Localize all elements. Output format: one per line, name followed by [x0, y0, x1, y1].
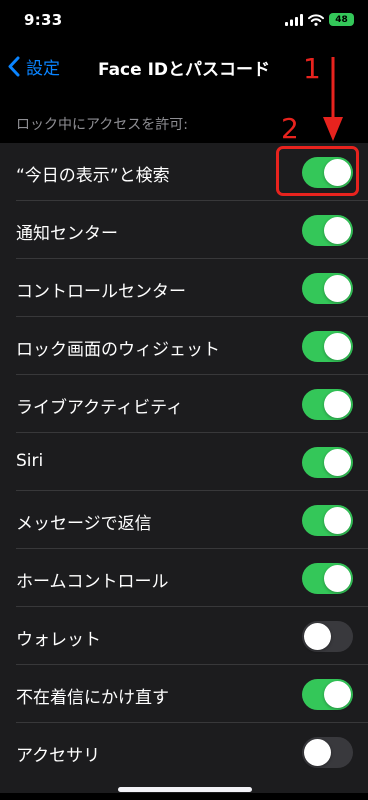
annotation-step-1: 1: [303, 52, 321, 85]
settings-row: 不在着信にかけ直す: [0, 665, 368, 723]
toggle-knob: [324, 217, 351, 244]
settings-row: 通知センター: [0, 201, 368, 259]
toggle-knob: [324, 681, 351, 708]
settings-row: アクセサリ: [0, 723, 368, 781]
toggle-knob: [324, 275, 351, 302]
toggle-switch[interactable]: [302, 563, 353, 594]
setting-label: 不在着信にかけ直す: [16, 688, 169, 708]
toggle-switch[interactable]: [302, 215, 353, 246]
status-time: 9:33: [24, 11, 63, 29]
section-header: ロック中にアクセスを許可:: [16, 117, 189, 133]
home-indicator[interactable]: [118, 787, 252, 792]
toggle-knob: [324, 449, 351, 476]
toggle-switch[interactable]: [302, 737, 353, 768]
annotation-step-2: 2: [281, 112, 299, 145]
toggle-switch[interactable]: [302, 621, 353, 652]
settings-row: ライブアクティビティ: [0, 375, 368, 433]
lock-access-settings-list: “今日の表示”と検索 通知センター コントロールセンター ロック画面のウィジェッ…: [0, 143, 368, 793]
wifi-icon: [308, 13, 324, 26]
toggle-knob: [324, 565, 351, 592]
setting-label: ライブアクティビティ: [16, 398, 184, 418]
status-icons: 48: [285, 13, 354, 26]
settings-row: メッセージで返信: [0, 491, 368, 549]
settings-row: ホームコントロール: [0, 549, 368, 607]
settings-row: Siri: [0, 433, 368, 491]
settings-row: ウォレット: [0, 607, 368, 665]
setting-label: アクセサリ: [16, 746, 101, 766]
annotation-highlight-box: [276, 146, 359, 196]
setting-label: “今日の表示”と検索: [16, 166, 170, 186]
cellular-signal-icon: [285, 13, 303, 26]
settings-row: コントロールセンター: [0, 259, 368, 317]
toggle-switch[interactable]: [302, 447, 353, 478]
toggle-switch[interactable]: [302, 505, 353, 536]
toggle-switch[interactable]: [302, 389, 353, 420]
battery-icon: 48: [329, 13, 354, 26]
annotation-arrow-icon: [323, 57, 343, 141]
setting-label: Siri: [16, 451, 44, 471]
toggle-knob: [324, 333, 351, 360]
toggle-knob: [304, 739, 331, 766]
toggle-knob: [324, 507, 351, 534]
setting-label: ウォレット: [16, 630, 101, 650]
toggle-switch[interactable]: [302, 331, 353, 362]
setting-label: メッセージで返信: [16, 514, 152, 534]
status-bar: 9:33 48: [0, 0, 368, 44]
settings-row: ロック画面のウィジェット: [0, 317, 368, 375]
setting-label: コントロールセンター: [16, 282, 186, 302]
setting-label: 通知センター: [16, 224, 118, 244]
toggle-switch[interactable]: [302, 679, 353, 710]
setting-label: ロック画面のウィジェット: [16, 340, 220, 360]
toggle-knob: [304, 623, 331, 650]
setting-label: ホームコントロール: [16, 572, 169, 592]
toggle-switch[interactable]: [302, 273, 353, 304]
battery-level: 48: [335, 14, 348, 25]
toggle-knob: [324, 391, 351, 418]
